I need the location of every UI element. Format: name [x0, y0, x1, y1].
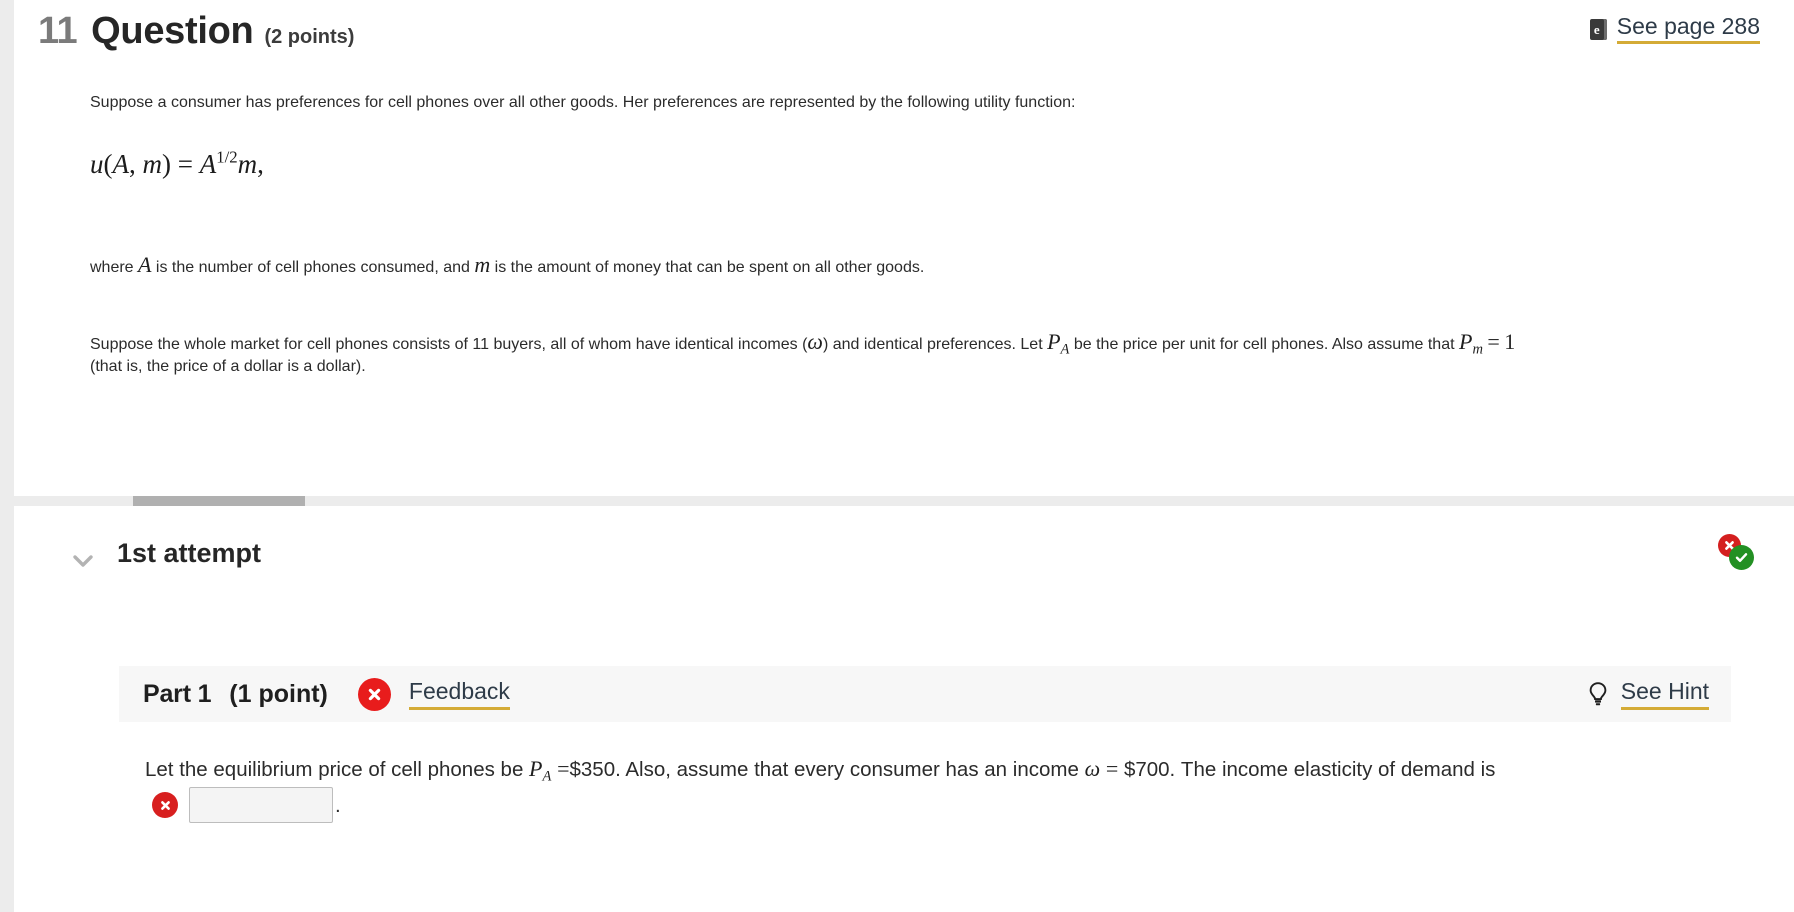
part-body-text-a: Let the equilibrium price of cell phones… [145, 758, 530, 781]
lightbulb-icon [1587, 681, 1609, 707]
part-body-text-c: $700. The income elasticity of demand is [1123, 758, 1496, 781]
formula-u: u [90, 149, 104, 180]
answer-row: . [145, 787, 341, 824]
see-hint-button[interactable]: See Hint [1587, 678, 1709, 710]
ebook-icon [1589, 18, 1607, 40]
market-text-b: ) and identical preferences. Let [822, 336, 1048, 353]
market-value-one: 1 [1504, 329, 1516, 354]
feedback-link[interactable]: Feedback [408, 678, 510, 710]
part-price-P-subscript: A [542, 768, 552, 785]
market-text-c: be the price [1069, 336, 1158, 353]
market-text-e: (that is, the price of a dollar is a dol… [90, 358, 366, 376]
page-title: 11 Question (2 points) [38, 10, 354, 53]
see-hint-label: See Hint [1620, 678, 1709, 710]
question-word: Question [91, 10, 254, 52]
question-market-text: Suppose the whole market for cell phones… [90, 329, 1540, 376]
chevron-down-icon[interactable] [70, 548, 96, 574]
formula-close-paren: ) [162, 149, 171, 180]
x-circle-icon [152, 792, 178, 819]
market-price-P: PA [1047, 329, 1070, 358]
part-omega-symbol: ω [1084, 756, 1101, 781]
part-price-P: PA [529, 756, 552, 785]
part-equals-1: = [557, 756, 570, 781]
where-suffix: is the amount of money that can be spent… [490, 259, 925, 276]
period-punctuation: . [335, 793, 341, 817]
market-price-Pm: Pm [1459, 329, 1483, 358]
formula-comma: , [129, 149, 136, 180]
part-points: (1 point) [229, 679, 328, 708]
formula-equals: = [177, 149, 193, 180]
where-var-m: m [474, 252, 491, 277]
part-header-bar: Part 1 (1 point) Feedback See Hint [119, 666, 1731, 722]
part-body-text-b: $350. Also, assume that every consumer h… [569, 758, 1085, 781]
formula-var-A2: A [199, 149, 217, 180]
formula-trailing-comma: , [257, 149, 264, 180]
where-mid: is the number of cell phones consumed, a… [151, 259, 475, 276]
market-omega-symbol: ω [807, 329, 823, 354]
formula-var-A: A [112, 149, 130, 180]
attempt-status-badges [1710, 532, 1772, 584]
question-points: (2 points) [264, 26, 355, 48]
formula-var-m: m [142, 149, 163, 180]
attempt-label: 1st attempt [117, 538, 262, 568]
part-title: Part 1 [143, 679, 212, 708]
page-content: 11 Question (2 points) See page 288 Supp… [14, 0, 1794, 912]
market-text-d: per unit for cell phones. Also assume th… [1161, 336, 1459, 353]
question-header: 11 Question (2 points) See page 288 [14, 0, 1794, 68]
check-circle-icon [1729, 545, 1754, 570]
question-where-text: where A is the number of cell phones con… [90, 252, 1750, 278]
market-price-Pm-subscript: m [1472, 341, 1483, 358]
attempt-progress-fill [133, 496, 305, 506]
market-text-a: Suppose the whole market for cell phones… [90, 336, 808, 353]
answer-input[interactable] [189, 787, 333, 824]
formula-var-m2: m [237, 149, 258, 180]
where-var-A: A [138, 252, 152, 277]
attempt-section-header: 1st attempt [14, 530, 1794, 600]
see-page-link[interactable]: See page 288 [1589, 13, 1760, 45]
utility-function-formula: u(A, m) = A1/2m, [90, 148, 264, 180]
question-intro-text: Suppose a consumer has preferences for c… [90, 94, 1076, 111]
see-page-label: See page 288 [1616, 13, 1760, 45]
attempt-progress-bar [14, 496, 1794, 506]
part-question-body: Let the equilibrium price of cell phones… [145, 752, 1675, 824]
question-page: 11 Question (2 points) See page 288 Supp… [0, 0, 1794, 912]
question-number: 11 [38, 10, 78, 52]
where-prefix: where [90, 259, 139, 276]
formula-exponent: 1/2 [216, 148, 238, 167]
x-circle-icon [357, 677, 391, 711]
market-equals: = [1487, 329, 1500, 354]
part-equals-2: = [1105, 756, 1119, 781]
formula-open-paren: ( [103, 149, 113, 180]
left-gutter [0, 0, 14, 912]
